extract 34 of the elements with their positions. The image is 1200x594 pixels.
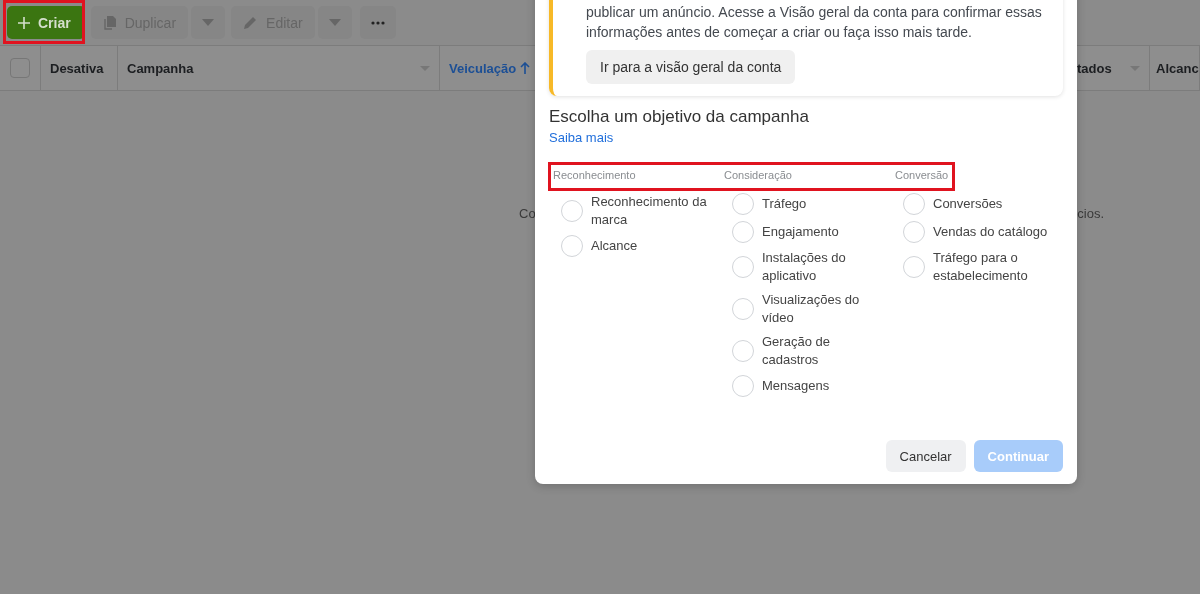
option-label[interactable]: Conversões <box>933 195 1058 213</box>
learn-more-link[interactable]: Saiba mais <box>549 129 614 147</box>
option-label[interactable]: Tráfego <box>762 195 887 213</box>
copy-icon <box>102 15 117 30</box>
option-label[interactable]: Reconhecimento da marca <box>591 193 716 229</box>
caret-icon <box>328 19 341 26</box>
option-label[interactable]: Mensagens <box>762 377 887 395</box>
column-header[interactable]: Alcanc <box>1156 60 1199 76</box>
option-label[interactable]: Instalações do aplicativo <box>762 249 887 285</box>
empty-message: Co <box>519 206 536 221</box>
category-title: Conversão <box>894 168 950 183</box>
more-button[interactable] <box>359 6 396 39</box>
column-header[interactable]: Desativa <box>50 60 104 76</box>
category-title: Reconhecimento <box>552 168 637 183</box>
sort-arrow-icon <box>520 62 531 74</box>
plus-icon <box>18 16 30 29</box>
column-header[interactable]: Campanha <box>127 60 194 76</box>
create-button[interactable]: Criar <box>7 6 85 39</box>
option-label[interactable]: Vendas do catálogo <box>933 223 1058 241</box>
option-label[interactable]: Alcance <box>591 237 716 255</box>
more-icon <box>370 20 385 25</box>
caret-icon <box>202 19 215 26</box>
option-label[interactable]: Engajamento <box>762 223 887 241</box>
notice-text: publicar um anúncio. Acesse a Visão geral da conta para confirmar essas informações antes de começar a criar ou faça isso mais tarde. <box>586 3 1043 42</box>
pencil-icon <box>243 15 259 30</box>
column-header[interactable]: tados <box>1077 60 1112 76</box>
empty-message: cios. <box>1077 206 1104 221</box>
option-label[interactable]: Geração de cadastros <box>762 333 887 369</box>
category-title: Consideração <box>723 168 793 183</box>
account-overview-button[interactable]: Ir para a visão geral da conta <box>586 50 796 84</box>
cancel-button[interactable]: Cancelar <box>885 440 966 472</box>
option-label[interactable]: Visualizações do vídeo <box>762 291 887 327</box>
dialog-heading: Escolha um objetivo da campanha <box>549 106 810 128</box>
option-label[interactable]: Tráfego para o estabelecimento <box>933 249 1058 285</box>
